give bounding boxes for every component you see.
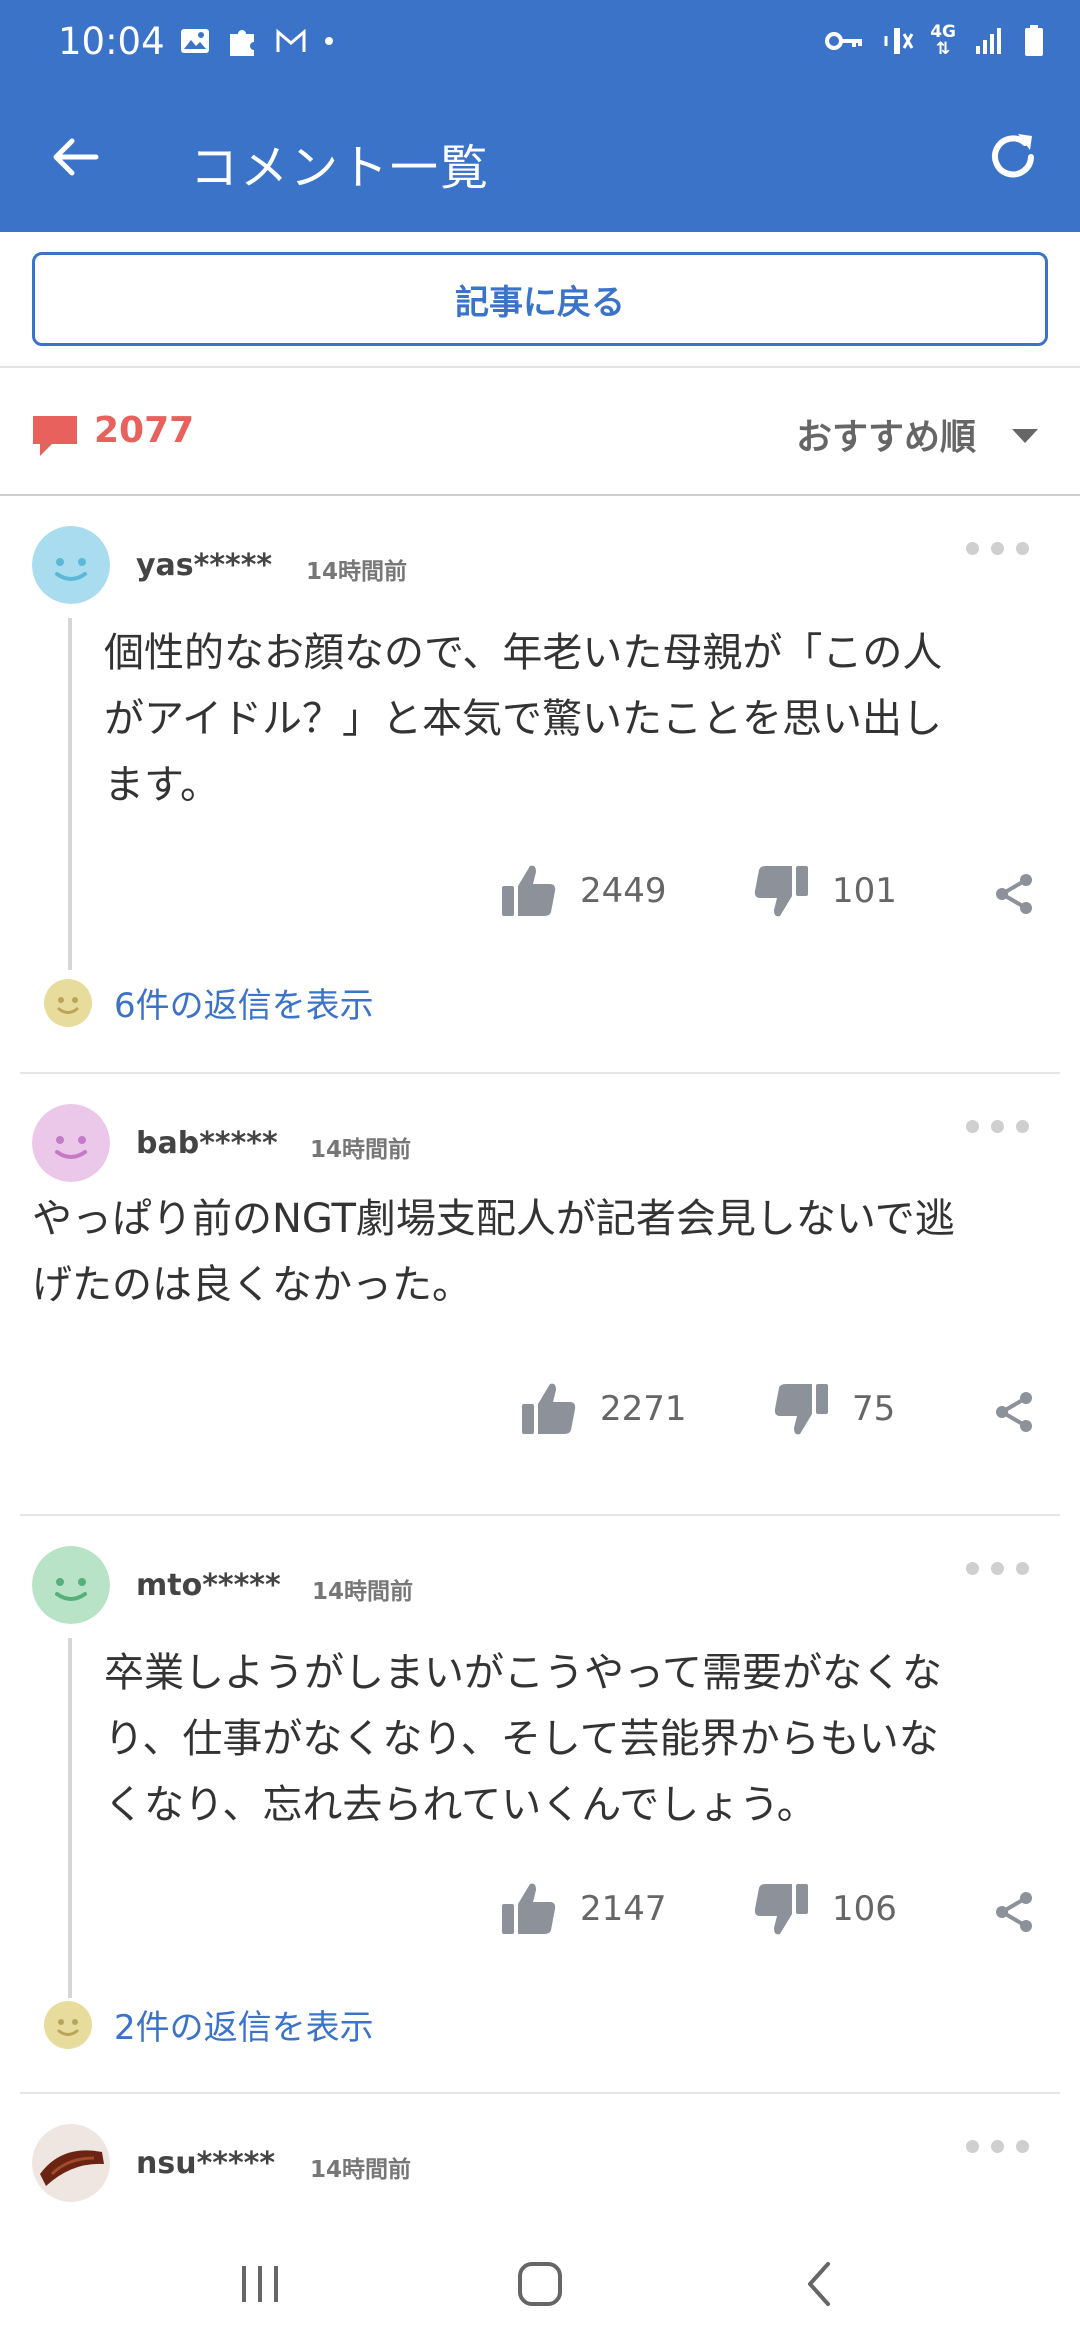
reload-icon[interactable] bbox=[976, 120, 1050, 194]
dot-icon bbox=[325, 37, 333, 45]
chevron-down-icon[interactable] bbox=[1010, 426, 1040, 446]
thumbs-down-icon bbox=[774, 1384, 828, 1435]
comment-body-line: 個性的なお顔なので、年老いた母親が「この人 bbox=[104, 630, 943, 676]
comment-body-line: り、仕事がなくなり、そして芸能界からもいな bbox=[104, 1716, 939, 1762]
comment-body: やっぱり前のNGT劇場支配人が記者会見しないで逃 げたのは良くなかった。 bbox=[32, 1186, 955, 1318]
status-bar: 10:04 4G ⇅ bbox=[0, 0, 1080, 86]
recent-apps-icon[interactable] bbox=[230, 2254, 290, 2314]
comment-time: 14時間前 bbox=[312, 1579, 414, 1605]
puzzle-icon bbox=[230, 30, 254, 56]
image-icon bbox=[181, 29, 209, 53]
like-count: 2147 bbox=[580, 1889, 667, 1929]
signal-icon bbox=[976, 28, 1001, 54]
show-replies-label[interactable]: 6件の返信を表示 bbox=[114, 978, 374, 1027]
key-icon bbox=[825, 32, 863, 50]
app-bar: コメント一覧 bbox=[0, 86, 1080, 232]
status-system-icons: 4G ⇅ bbox=[824, 24, 1046, 58]
dislike-button[interactable]: 101 bbox=[750, 860, 897, 922]
thumbs-up-icon bbox=[522, 1383, 576, 1434]
return-to-article-button[interactable]: 記事に戻る bbox=[32, 252, 1048, 346]
comment-actions: 2147 106 bbox=[0, 1878, 1080, 1948]
comment-body-line: ます。 bbox=[104, 762, 220, 808]
thumbs-up-icon bbox=[502, 865, 556, 916]
comment-time: 14時間前 bbox=[310, 2157, 412, 2183]
status-time: 10:04 bbox=[58, 20, 165, 63]
system-navigation-bar bbox=[0, 2220, 1080, 2340]
comment-item: nsu***** 14時間前 bbox=[0, 2094, 1080, 2220]
comment-item: mto***** 14時間前 卒業しようがしまいがこうやって需要がなくな り、仕… bbox=[0, 1516, 1080, 2092]
comment-item: yas***** 14時間前 個性的なお顔なので、年老いた母親が「この人 がアイ… bbox=[0, 496, 1080, 1072]
comment-time: 14時間前 bbox=[310, 1137, 412, 1163]
dislike-count: 106 bbox=[832, 1889, 897, 1929]
comment-username[interactable]: mto***** bbox=[136, 1568, 281, 1603]
battery-icon bbox=[1025, 25, 1043, 56]
more-options-icon[interactable] bbox=[966, 538, 1036, 558]
share-icon[interactable] bbox=[990, 1388, 1038, 1436]
comment-bubble-icon bbox=[33, 416, 77, 456]
comment-item: bab***** 14時間前 やっぱり前のNGT劇場支配人が記者会見しないで逃 … bbox=[0, 1074, 1080, 1514]
dislike-button[interactable]: 75 bbox=[770, 1378, 895, 1440]
like-count: 2271 bbox=[600, 1389, 687, 1429]
network-label: 4G bbox=[930, 22, 956, 42]
more-options-icon[interactable] bbox=[966, 1558, 1036, 1578]
like-button[interactable]: 2147 bbox=[498, 1878, 667, 1940]
4g-icon: 4G ⇅ bbox=[930, 22, 956, 59]
comment-username[interactable]: yas***** bbox=[136, 548, 272, 583]
share-icon[interactable] bbox=[990, 1888, 1038, 1936]
like-button[interactable]: 2449 bbox=[498, 860, 667, 922]
dislike-count: 75 bbox=[852, 1389, 896, 1429]
smiley-avatar-icon bbox=[32, 526, 110, 604]
comment-count-row: 2077 おすすめ順 bbox=[0, 368, 1080, 494]
thumbs-down-icon bbox=[754, 866, 808, 917]
smiley-avatar-icon bbox=[32, 1546, 110, 1624]
comment-actions: 2449 101 bbox=[0, 860, 1080, 930]
dislike-button[interactable]: 106 bbox=[750, 1878, 897, 1940]
app-header: 10:04 4G ⇅ コメント一覧 bbox=[0, 0, 1080, 232]
more-options-icon[interactable] bbox=[966, 2136, 1036, 2156]
smiley-avatar-icon bbox=[32, 1104, 110, 1182]
home-icon[interactable] bbox=[510, 2254, 570, 2314]
share-icon[interactable] bbox=[990, 870, 1038, 918]
page-title: コメント一覧 bbox=[190, 140, 491, 196]
dislike-count: 101 bbox=[832, 871, 897, 911]
comment-body-line: がアイドル？」と本気で驚いたことを思い出し bbox=[104, 696, 942, 742]
comment-body-line: やっぱり前のNGT劇場支配人が記者会見しないで逃 bbox=[32, 1196, 955, 1242]
avatar[interactable] bbox=[32, 2124, 110, 2202]
avatar[interactable] bbox=[32, 1546, 110, 1624]
gmail-icon bbox=[276, 28, 306, 52]
photo-avatar-icon bbox=[32, 2124, 110, 2202]
more-options-icon[interactable] bbox=[966, 1116, 1036, 1136]
thumbs-down-icon bbox=[754, 1884, 808, 1935]
comment-body-line: 卒業しようがしまいがこうやって需要がなくな bbox=[104, 1650, 942, 1696]
show-replies-link[interactable]: 6件の返信を表示 bbox=[44, 978, 374, 1027]
mute-icon bbox=[884, 28, 914, 54]
comment-body: 個性的なお顔なので、年老いた母親が「この人 がアイドル？」と本気で驚いたことを思… bbox=[104, 620, 942, 818]
comment-username[interactable]: nsu***** bbox=[136, 2146, 275, 2181]
show-replies-label[interactable]: 2件の返信を表示 bbox=[114, 2000, 374, 2049]
comment-actions: 2271 75 bbox=[0, 1378, 1080, 1448]
comment-time: 14時間前 bbox=[306, 559, 408, 585]
like-count: 2449 bbox=[580, 871, 667, 911]
smiley-avatar-icon bbox=[44, 978, 92, 1027]
comment-username[interactable]: bab***** bbox=[136, 1126, 278, 1161]
like-button[interactable]: 2271 bbox=[518, 1378, 687, 1440]
show-replies-link[interactable]: 2件の返信を表示 bbox=[44, 2000, 374, 2049]
smiley-avatar-icon bbox=[44, 2000, 92, 2049]
comment-count: 2077 bbox=[94, 410, 195, 451]
comment-body: 卒業しようがしまいがこうやって需要がなくな り、仕事がなくなり、そして芸能界から… bbox=[104, 1640, 942, 1838]
back-icon[interactable] bbox=[790, 2254, 850, 2314]
avatar[interactable] bbox=[32, 526, 110, 604]
comment-body-line: げたのは良くなかった。 bbox=[32, 1262, 472, 1308]
comment-body-line: くなり、忘れ去られていくんでしょう。 bbox=[104, 1782, 817, 1828]
avatar[interactable] bbox=[32, 1104, 110, 1182]
thumbs-up-icon bbox=[502, 1883, 556, 1934]
status-notification-icons bbox=[178, 24, 336, 58]
back-arrow-icon[interactable] bbox=[40, 120, 114, 194]
sort-dropdown[interactable]: おすすめ順 bbox=[796, 408, 976, 460]
